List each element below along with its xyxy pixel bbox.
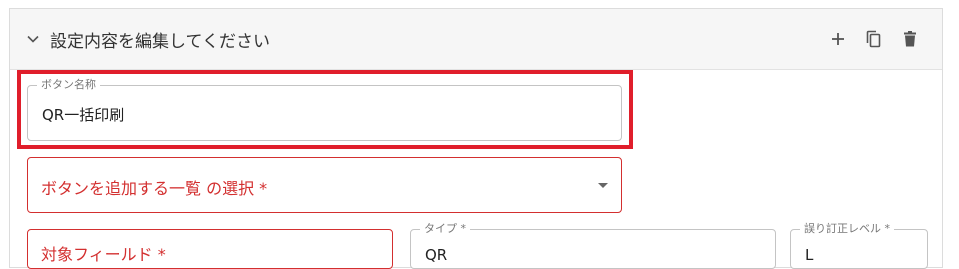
panel-header[interactable]: 設定内容を編集してください	[10, 9, 942, 70]
target-field-placeholder: 対象フィールド *	[41, 245, 166, 264]
dropdown-arrow-icon[interactable]	[598, 183, 608, 188]
type-label: タイプ *	[420, 221, 470, 237]
trash-icon[interactable]	[900, 29, 920, 49]
type-field[interactable]: タイプ * QR	[410, 221, 776, 269]
target-field-select[interactable]: 対象フィールド *	[27, 229, 393, 269]
chevron-down-icon[interactable]	[26, 32, 40, 46]
error-correction-value: L	[805, 246, 814, 264]
button-name-value: QR一括印刷	[42, 106, 125, 124]
copy-icon[interactable]	[864, 29, 884, 49]
error-correction-label: 誤り訂正レベル *	[800, 221, 894, 237]
plus-icon[interactable]	[828, 29, 848, 49]
type-value: QR	[425, 246, 448, 264]
button-name-field[interactable]: ボタン名称 QR一括印刷	[27, 77, 622, 141]
list-select-placeholder: ボタンを追加する一覧 の選択 *	[41, 179, 268, 198]
list-select-field[interactable]: ボタンを追加する一覧 の選択 *	[27, 157, 622, 213]
panel-title: 設定内容を編集してください	[50, 32, 270, 52]
error-correction-field[interactable]: 誤り訂正レベル * L	[790, 221, 928, 269]
button-name-label: ボタン名称	[37, 77, 100, 93]
